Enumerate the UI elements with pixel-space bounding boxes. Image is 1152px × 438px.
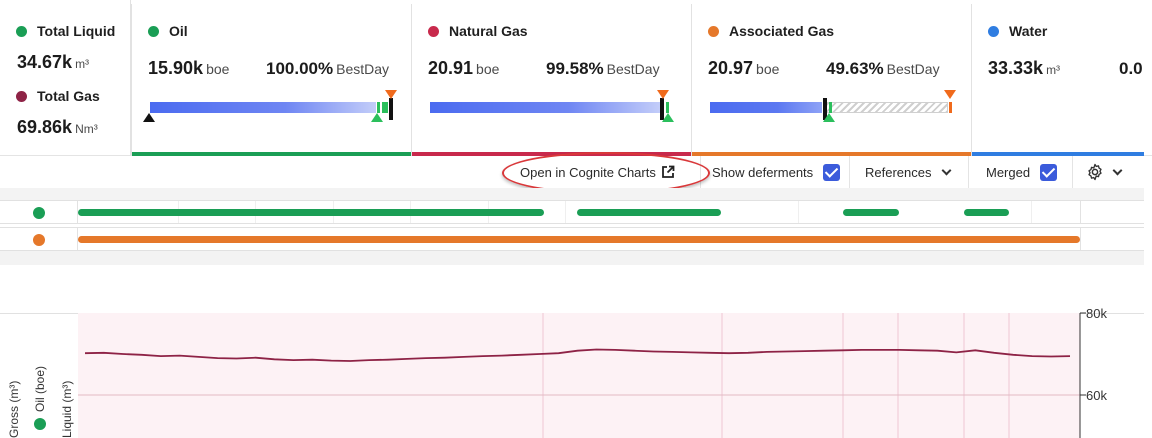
chart-axis-label-gross: Gross (m³) <box>7 381 21 438</box>
chart-y-tick-label: 80k <box>1086 306 1107 321</box>
chart-series-line[interactable] <box>84 348 1071 362</box>
chart-oil-dot-icon <box>34 418 46 430</box>
chart-axis-label-liquid: Liquid (m³) <box>60 381 74 438</box>
chart-svg: 80k 60k Gross (m³) Oil (boe) Liquid (m³) <box>7 306 1107 438</box>
chart-y-tick-label: 60k <box>1086 388 1107 403</box>
chart-axis-label-oil: Oil (boe) <box>33 366 47 412</box>
chart-vertical-gridlines <box>542 313 1010 438</box>
